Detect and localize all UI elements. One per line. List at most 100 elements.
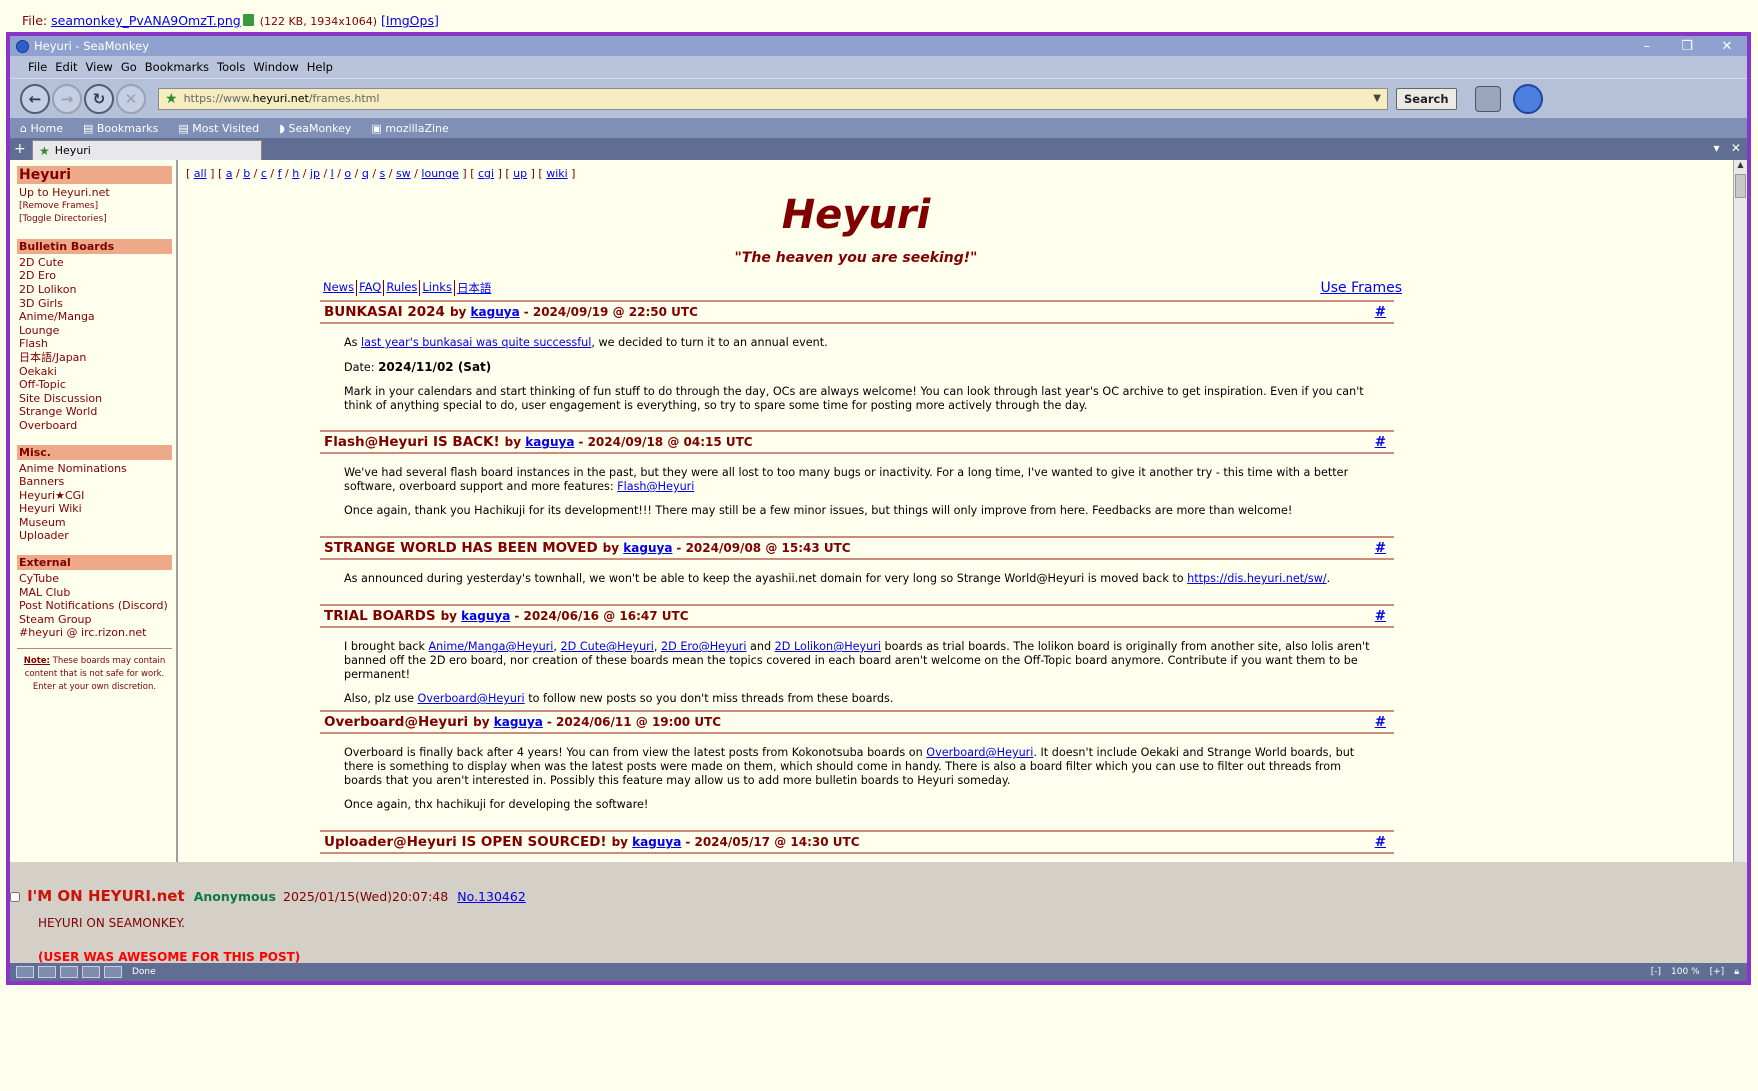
- bookmark-bookmarks[interactable]: ▤ Bookmarks: [83, 122, 168, 135]
- vertical-scrollbar[interactable]: ▲: [1733, 160, 1747, 862]
- sidebar-item[interactable]: Overboard: [17, 419, 172, 433]
- restore-icon[interactable]: ❐: [1667, 39, 1707, 54]
- post-permalink[interactable]: #: [1375, 608, 1386, 624]
- reload-icon[interactable]: ↻: [84, 83, 114, 114]
- menu-tools[interactable]: Tools: [217, 60, 245, 74]
- post-author[interactable]: kaguya: [471, 305, 520, 319]
- board-link[interactable]: q: [362, 167, 369, 180]
- sidebar-item[interactable]: 3D Girls: [17, 297, 172, 311]
- zoom-out-button[interactable]: [-]: [1651, 967, 1661, 977]
- forward-icon[interactable]: →: [52, 83, 82, 114]
- throbber-icon[interactable]: [1512, 83, 1543, 114]
- scroll-thumb[interactable]: [1735, 174, 1746, 198]
- addressbook-icon[interactable]: [82, 966, 100, 978]
- back-icon[interactable]: ←: [20, 83, 50, 114]
- sidebar-item[interactable]: #heyuri @ irc.rizon.net: [17, 626, 172, 640]
- sidebar-link-up[interactable]: Up to Heyuri.net: [17, 186, 172, 200]
- bookmark-seamonkey[interactable]: ◗ SeaMonkey: [279, 122, 361, 135]
- board-link[interactable]: o: [344, 167, 351, 180]
- print-icon[interactable]: [1474, 85, 1501, 112]
- board-link[interactable]: b: [243, 167, 250, 180]
- sidebar-item[interactable]: Anime Nominations: [17, 462, 172, 476]
- sidebar-item[interactable]: 2D Lolikon: [17, 283, 172, 297]
- post-link[interactable]: 2D Lolikon@Heyuri: [775, 640, 881, 653]
- bookmark-most-visited[interactable]: ▤ Most Visited: [178, 122, 269, 135]
- sidebar-link-toggle-directories[interactable]: [Toggle Directories]: [17, 213, 172, 227]
- nav-links[interactable]: Links: [420, 280, 455, 296]
- sidebar-item[interactable]: Off-Topic: [17, 378, 172, 392]
- nav-japanese[interactable]: 日本語: [455, 280, 494, 296]
- offline-icon[interactable]: [16, 966, 34, 978]
- use-frames-link[interactable]: Use Frames: [1320, 280, 1402, 296]
- post-author[interactable]: kaguya: [623, 541, 672, 555]
- minimize-icon[interactable]: –: [1627, 39, 1667, 54]
- board-link[interactable]: lounge: [421, 167, 458, 180]
- new-tab-icon[interactable]: +: [14, 141, 32, 157]
- nav-news[interactable]: News: [321, 280, 358, 296]
- imgops-link[interactable]: [ImgOps]: [381, 13, 439, 28]
- post-permalink[interactable]: #: [1375, 540, 1386, 556]
- sidebar-item[interactable]: 2D Cute: [17, 256, 172, 270]
- board-link[interactable]: l: [331, 167, 334, 180]
- menu-help[interactable]: Help: [307, 60, 333, 74]
- tab-controls[interactable]: ▾ ✕: [1713, 141, 1741, 155]
- post-link[interactable]: 2D Ero@Heyuri: [661, 640, 746, 653]
- download-icon[interactable]: [242, 14, 254, 26]
- search-button[interactable]: Search: [1396, 87, 1457, 110]
- post-author[interactable]: kaguya: [525, 435, 574, 449]
- nav-faq[interactable]: FAQ: [357, 280, 385, 296]
- board-link[interactable]: f: [278, 167, 282, 180]
- post-link[interactable]: Overboard@Heyuri: [418, 692, 525, 705]
- sidebar-item[interactable]: Anime/Manga: [17, 310, 172, 324]
- board-link[interactable]: up: [513, 167, 527, 180]
- sidebar-item[interactable]: MAL Club: [17, 586, 172, 600]
- post-link[interactable]: Anime/Manga@Heyuri: [429, 640, 554, 653]
- sidebar-item[interactable]: Strange World: [17, 405, 172, 419]
- scroll-up-icon[interactable]: ▲: [1734, 160, 1747, 172]
- sidebar-item[interactable]: Steam Group: [17, 613, 172, 627]
- stop-icon[interactable]: ✕: [116, 83, 146, 114]
- post-link[interactable]: 2D Cute@Heyuri: [561, 640, 654, 653]
- post-link[interactable]: Flash@Heyuri: [617, 480, 694, 493]
- menu-bookmarks[interactable]: Bookmarks: [145, 60, 209, 74]
- board-link[interactable]: all: [194, 167, 207, 180]
- url-dropdown-icon[interactable]: ▼: [1373, 93, 1381, 104]
- zoom-in-button[interactable]: [+]: [1710, 967, 1725, 977]
- sidebar-item[interactable]: 2D Ero: [17, 269, 172, 283]
- board-link[interactable]: sw: [396, 167, 411, 180]
- post-link[interactable]: last year's bunkasai was quite successfu…: [361, 336, 591, 349]
- reply-number[interactable]: No.130462: [457, 889, 525, 904]
- sidebar-item[interactable]: Museum: [17, 516, 172, 530]
- board-link[interactable]: jp: [310, 167, 320, 180]
- post-permalink[interactable]: #: [1375, 714, 1386, 730]
- composer-icon[interactable]: [60, 966, 78, 978]
- sidebar-item[interactable]: Uploader: [17, 529, 172, 543]
- sidebar-item[interactable]: Post Notifications (Discord): [17, 599, 172, 613]
- menu-file[interactable]: File: [28, 60, 47, 74]
- menu-go[interactable]: Go: [121, 60, 137, 74]
- sidebar-link-remove-frames[interactable]: [Remove Frames]: [17, 200, 172, 214]
- sidebar-item[interactable]: 日本語/Japan: [17, 351, 172, 365]
- board-link[interactable]: s: [380, 167, 386, 180]
- menu-edit[interactable]: Edit: [55, 60, 77, 74]
- board-link[interactable]: wiki: [546, 167, 567, 180]
- tab-heyuri[interactable]: ★ Heyuri: [32, 140, 262, 160]
- close-icon[interactable]: ✕: [1707, 39, 1747, 54]
- board-link[interactable]: c: [261, 167, 267, 180]
- bookmark-home[interactable]: ⌂ Home: [20, 122, 73, 135]
- post-author[interactable]: kaguya: [461, 609, 510, 623]
- board-link[interactable]: cgi: [478, 167, 494, 180]
- sidebar-item[interactable]: Flash: [17, 337, 172, 351]
- post-link[interactable]: Overboard@Heyuri: [926, 746, 1033, 759]
- post-permalink[interactable]: #: [1375, 304, 1386, 320]
- menu-window[interactable]: Window: [253, 60, 298, 74]
- sidebar-item[interactable]: Heyuri Wiki: [17, 502, 172, 516]
- board-link[interactable]: h: [292, 167, 299, 180]
- sidebar-item[interactable]: CyTube: [17, 572, 172, 586]
- post-author[interactable]: kaguya: [632, 835, 681, 849]
- post-permalink[interactable]: #: [1375, 834, 1386, 850]
- reply-checkbox[interactable]: [10, 891, 20, 902]
- post-permalink[interactable]: #: [1375, 434, 1386, 450]
- board-link[interactable]: a: [226, 167, 233, 180]
- menu-view[interactable]: View: [86, 60, 113, 74]
